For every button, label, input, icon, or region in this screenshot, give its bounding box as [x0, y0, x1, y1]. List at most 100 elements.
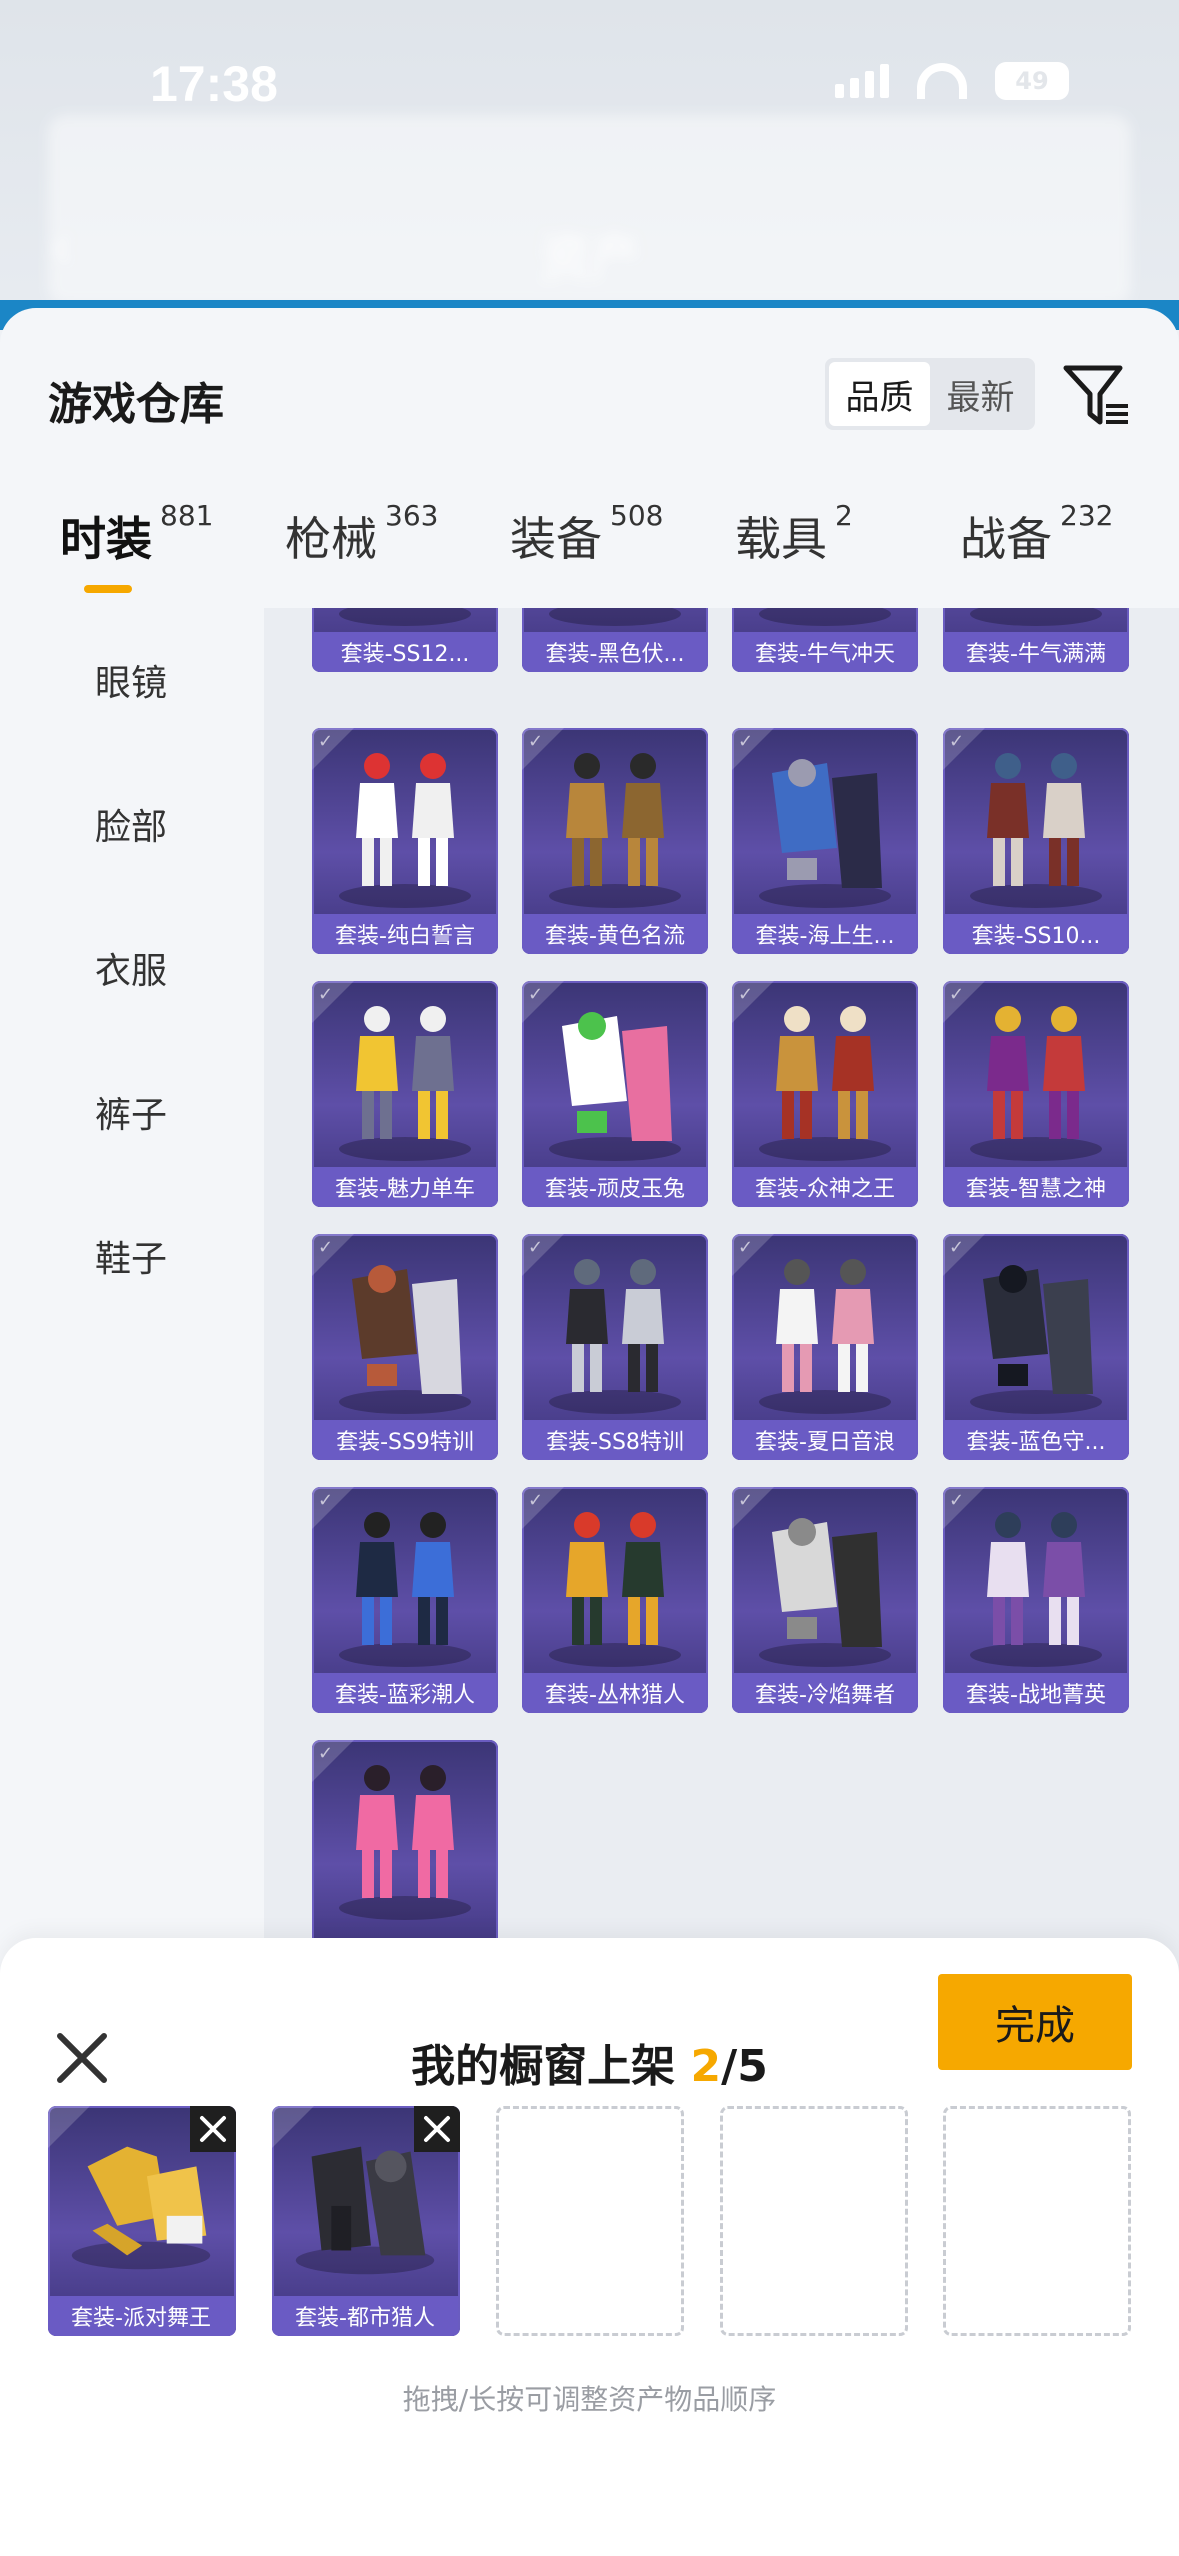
outfit-label: 套装-黑色伏... [522, 632, 708, 672]
outfit-card[interactable]: ✓ 套装-SS9特训 [312, 1234, 498, 1460]
outfit-card[interactable]: ✓ 套装-纯白誓言 [312, 728, 498, 954]
outfit-image [549, 1259, 681, 1414]
outfit-card[interactable]: ✓ 套装-丛林猎人 [522, 1487, 708, 1713]
outfit-image [339, 1765, 471, 1920]
status-time: 17:38 [150, 56, 278, 112]
background-header: ‹ 资产 17:38 49 [0, 0, 1179, 330]
outfit-card[interactable]: ✓ 套装-SS10... [943, 728, 1129, 954]
close-icon [200, 2116, 226, 2142]
showcase-slot-2[interactable]: 套装-都市猎人 [272, 2106, 460, 2336]
background-page-title: 资产 [540, 229, 640, 287]
showcase-slot-empty-4[interactable] [720, 2106, 908, 2336]
filter-icon[interactable] [1062, 360, 1132, 430]
outfit-card[interactable]: ✓ 套装-冷焰舞者 [732, 1487, 918, 1713]
outfit-card[interactable]: ✓套装-牛气满满 [943, 608, 1129, 672]
showcase-slot-1[interactable]: 套装-派对舞王 [48, 2106, 236, 2336]
sidebar-item-clothes[interactable]: 衣服 [0, 896, 262, 1040]
sort-option-quality[interactable]: 品质 [829, 362, 930, 426]
page-title: 游戏仓库 [48, 379, 224, 430]
outfit-card[interactable]: ✓ 套装-黄色名流 [522, 728, 708, 954]
outfit-image [339, 1512, 471, 1667]
outfit-card[interactable]: ✓套装-牛气冲天 [732, 608, 918, 672]
sidebar-item-pants[interactable]: 裤子 [0, 1040, 262, 1184]
outfit-image [339, 1265, 471, 1414]
remove-slot-button[interactable] [414, 2106, 460, 2152]
outfit-image [970, 1265, 1102, 1414]
status-icons: 49 [835, 62, 1069, 100]
reorder-hint: 拖拽/长按可调整资产物品顺序 [402, 2383, 777, 2416]
battery-icon: 49 [995, 62, 1069, 100]
tab-supplies[interactable]: 战备 232 [960, 499, 1113, 569]
outfit-image [549, 753, 681, 908]
outfit-image [759, 1259, 891, 1414]
outfit-label: 套装-众神之王 [732, 1167, 918, 1207]
outfit-image [339, 753, 471, 908]
sidebar-item-glasses[interactable]: 眼镜 [0, 608, 262, 752]
outfit-label: 套装-蓝彩潮人 [312, 1673, 498, 1713]
category-tabs: 时装 881 枪械 363 装备 508 载具 2 战备 232 [0, 499, 1179, 598]
outfit-card[interactable]: ✓ 套装-海上生... [732, 728, 918, 954]
outfit-card[interactable]: ✓ 套装-顽皮玉兔 [522, 981, 708, 1207]
back-arrow-icon: ‹ [48, 210, 74, 284]
outfit-card[interactable]: ✓ 套装-SS8特训 [522, 1234, 708, 1460]
outfit-label: 套装-冷焰舞者 [732, 1673, 918, 1713]
outfit-card[interactable]: ✓ 套装-战地菁英 [943, 1487, 1129, 1713]
tab-fashion[interactable]: 时装 881 [60, 499, 213, 569]
outfit-label: 套装-黄色名流 [522, 914, 708, 954]
sort-option-newest[interactable]: 最新 [930, 362, 1031, 426]
sidebar-item-shoes[interactable]: 鞋子 [0, 1184, 262, 1328]
tab-label: 枪械 [285, 512, 377, 566]
outfit-label: 套装-战地菁英 [943, 1673, 1129, 1713]
outfit-label: 套装-智慧之神 [943, 1167, 1129, 1207]
slot-label: 套装-都市猎人 [272, 2296, 458, 2336]
tab-label: 载具 [735, 512, 827, 566]
showcase-slot-empty-3[interactable] [496, 2106, 684, 2336]
outfit-image [339, 1006, 471, 1161]
sidebar-item-face[interactable]: 脸部 [0, 752, 262, 896]
outfit-label: 套装-纯白誓言 [312, 914, 498, 954]
remove-slot-button[interactable] [190, 2106, 236, 2152]
outfit-label: 套装-蓝色守... [943, 1420, 1129, 1460]
outfit-label: 套装-SS9特训 [312, 1420, 498, 1460]
slot-label: 套装-派对舞王 [48, 2296, 234, 2336]
outfit-label: 套装-顽皮玉兔 [522, 1167, 708, 1207]
outfit-card[interactable]: ✓ 套装-蓝彩潮人 [312, 1487, 498, 1713]
showcase-panel: 我的橱窗上架 2/5 完成 套装-派对舞王 套装-都市猎人 拖拽/长按可调整资产… [0, 1938, 1179, 2556]
showcase-count-total: /5 [721, 2041, 768, 2092]
outfit-image [759, 759, 891, 908]
outfit-image [759, 1006, 891, 1161]
outfit-label: 套装-牛气满满 [943, 632, 1129, 672]
close-icon [424, 2116, 450, 2142]
tab-equipment[interactable]: 装备 508 [510, 499, 663, 569]
outfit-card[interactable]: ✓ 套装-夏日音浪 [732, 1234, 918, 1460]
outfit-card[interactable]: ✓ 套装-众神之王 [732, 981, 918, 1207]
tab-label: 装备 [510, 512, 602, 566]
outfit-card[interactable]: ✓套装-黑色伏... [522, 608, 708, 672]
outfit-label: 套装-SS10... [943, 914, 1129, 954]
outfit-card[interactable]: ✓ 套装-蓝色守... [943, 1234, 1129, 1460]
outfit-label: 套装-魅力单车 [312, 1167, 498, 1207]
outfit-image [970, 1006, 1102, 1161]
tab-count: 232 [1060, 499, 1114, 532]
outfit-image [549, 1512, 681, 1667]
showcase-slot-empty-5[interactable] [943, 2106, 1131, 2336]
sort-toggle[interactable]: 品质 最新 [825, 358, 1035, 430]
tab-vehicles[interactable]: 载具 2 [735, 499, 853, 569]
outfit-label: 套装-SS12... [312, 632, 498, 672]
outfit-card[interactable]: ✓ [312, 1740, 498, 1966]
outfit-label: 套装-SS8特训 [522, 1420, 708, 1460]
outfit-image [970, 753, 1102, 908]
outfit-card[interactable]: ✓套装-SS12... [312, 608, 498, 672]
done-button[interactable]: 完成 [938, 1974, 1132, 2070]
cellular-signal-icon [835, 64, 889, 98]
showcase-count-current: 2 [690, 2041, 722, 2092]
outfit-image [970, 1512, 1102, 1667]
tab-weapons[interactable]: 枪械 363 [285, 499, 438, 569]
tab-count: 2 [835, 499, 853, 532]
tab-count: 508 [610, 499, 664, 532]
outfit-image [759, 1518, 891, 1667]
outfit-label: 套装-丛林猎人 [522, 1673, 708, 1713]
outfit-card[interactable]: ✓ 套装-智慧之神 [943, 981, 1129, 1207]
tab-label: 战备 [960, 512, 1052, 566]
outfit-card[interactable]: ✓ 套装-魅力单车 [312, 981, 498, 1207]
